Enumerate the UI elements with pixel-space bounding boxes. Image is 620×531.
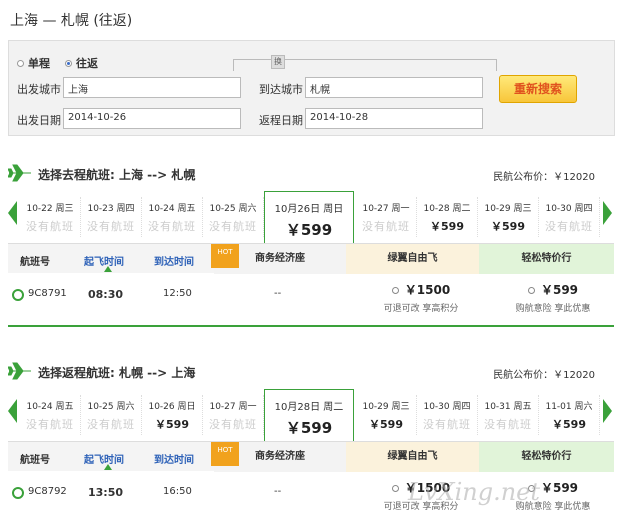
dep-time: 13:50 [88, 486, 124, 499]
round-trip-label: 往返 [76, 57, 98, 70]
date-cell[interactable]: 10-25 周六 没有航班 [81, 395, 142, 435]
business-fare: -- [274, 288, 282, 299]
sort-indicator-icon [104, 266, 112, 272]
sort-arr-time[interactable]: 到达时间 [154, 253, 194, 268]
swap-cities-button[interactable]: 换 [271, 55, 285, 69]
date-cell[interactable]: 10-28 周二 ￥599 [417, 197, 478, 237]
date-cell[interactable]: 10-30 周四 没有航班 [539, 197, 600, 237]
round-trip-radio[interactable]: 往返 [65, 55, 98, 71]
arr-time: 12:50 [163, 288, 192, 299]
date-cell[interactable]: 10-31 周五 没有航班 [478, 395, 539, 435]
watermark: LvXing.net [408, 478, 541, 506]
arrive-city-label: 到达城市 [259, 83, 303, 96]
date-cell[interactable]: 10-22 周三 没有航班 [20, 197, 81, 237]
flight-number: 9C8792 [28, 486, 67, 497]
date-cell[interactable]: 10-29 周三 ￥599 [478, 197, 539, 237]
sort-indicator-icon [104, 464, 112, 470]
date-cell[interactable]: 10-23 周四 没有航班 [81, 197, 142, 237]
date-cell[interactable]: 11-01 周六 ￥599 [539, 395, 600, 435]
next-dates-arrow-icon[interactable] [603, 201, 612, 225]
prev-dates-arrow-icon[interactable] [8, 399, 17, 423]
date-cell[interactable]: 10-25 周六 没有航班 [203, 197, 264, 237]
sort-arr-time[interactable]: 到达时间 [154, 451, 194, 466]
return-date-input[interactable]: 2014-10-28 [305, 108, 483, 129]
depart-city-label: 出发城市 [17, 83, 61, 96]
cabin-eco: 绿翼自由飞 [346, 442, 479, 472]
date-cell-selected[interactable]: 10月26日 周日 ￥599 [264, 191, 354, 243]
prev-dates-arrow-icon[interactable] [8, 201, 17, 225]
airline-logo-icon [12, 289, 24, 301]
cabin-eco: 绿翼自由飞 [346, 244, 479, 274]
outbound-table-header: 航班号 起飞时间 到达时间 商务经济座 绿翼自由飞 轻松特价行 HOT [8, 243, 614, 274]
return-date-strip: 10-24 周五 没有航班 10-25 周六 没有航班 10-26 周日 ￥599 1… [8, 389, 612, 441]
date-cell[interactable]: 10-30 周四 没有航班 [417, 395, 478, 435]
plane-icon [8, 164, 31, 182]
date-cell[interactable]: 10-29 周三 ￥599 [356, 395, 417, 435]
depart-date-input[interactable]: 2014-10-26 [63, 108, 241, 129]
col-flight-no: 航班号 [20, 257, 50, 268]
search-panel: 单程 往返 换 出发城市 上海 到达城市 札幌 出发日期 2014-10-26 … [8, 40, 615, 136]
radio-checked-icon [65, 59, 72, 67]
cabin-discount: 轻松特价行 [479, 442, 614, 472]
date-cell[interactable]: 10-24 周五 没有航班 [20, 395, 81, 435]
hot-badge: HOT [211, 244, 239, 268]
select-radio-icon[interactable] [391, 287, 399, 294]
one-way-label: 单程 [28, 57, 50, 70]
flight-row: 9C8791 08:30 12:50 -- ￥1500 可退可改 享高积分 ￥5… [8, 273, 614, 321]
date-cell[interactable]: 10-27 周一 没有航班 [356, 197, 417, 237]
arr-time: 16:50 [163, 486, 192, 497]
depart-city-input[interactable]: 上海 [63, 77, 241, 98]
date-cell[interactable]: 10-26 周日 ￥599 [142, 395, 203, 435]
cabin-discount: 轻松特价行 [479, 244, 614, 274]
page-title: 上海 — 札幌 (往返) [10, 13, 133, 29]
dep-time: 08:30 [88, 288, 124, 301]
select-radio-icon[interactable] [527, 287, 535, 294]
return-date-label: 返程日期 [259, 114, 303, 127]
eco-fare[interactable]: ￥1500 可退可改 享高积分 [366, 281, 476, 314]
plane-icon [8, 362, 31, 380]
radio-icon [17, 59, 24, 67]
return-title: 选择返程航班: 札幌 --> 上海 [38, 366, 196, 380]
search-button[interactable]: 重新搜索 [499, 75, 577, 103]
section-divider [8, 325, 614, 327]
next-dates-arrow-icon[interactable] [603, 399, 612, 423]
depart-date-label: 出发日期 [17, 114, 61, 127]
arrive-city-input[interactable]: 札幌 [305, 77, 483, 98]
flight-number: 9C8791 [28, 288, 67, 299]
return-table-header: 航班号 起飞时间 到达时间 商务经济座 绿翼自由飞 轻松特价行 HOT [8, 441, 614, 472]
outbound-price-note: 民航公布价：￥12020 [493, 172, 595, 183]
outbound-date-strip: 10-22 周三 没有航班 10-23 周四 没有航班 10-24 周五 没有航班 1… [8, 191, 612, 243]
one-way-radio[interactable]: 单程 [17, 55, 50, 71]
col-flight-no: 航班号 [20, 455, 50, 466]
return-price-note: 民航公布价：￥12020 [493, 370, 595, 381]
hot-badge: HOT [211, 442, 239, 466]
discount-fare[interactable]: ￥599 购航意险 享此优惠 [498, 281, 608, 314]
airline-logo-icon [12, 487, 24, 499]
business-fare: -- [274, 486, 282, 497]
select-radio-icon[interactable] [391, 485, 399, 492]
date-cell[interactable]: 10-24 周五 没有航班 [142, 197, 203, 237]
date-cell-selected[interactable]: 10月28日 周二 ￥599 [264, 389, 354, 441]
outbound-title: 选择去程航班: 上海 --> 札幌 [38, 168, 196, 182]
date-cell[interactable]: 10-27 周一 没有航班 [203, 395, 264, 435]
